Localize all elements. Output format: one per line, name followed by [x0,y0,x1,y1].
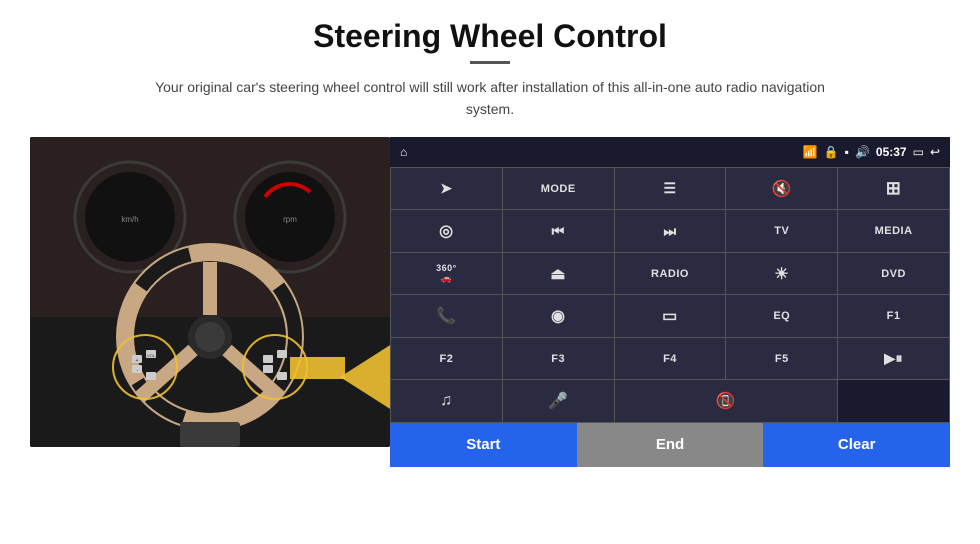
status-time: 05:37 [876,145,907,159]
rect-button[interactable]: ▭ [615,295,726,337]
cam360-button[interactable]: 360°🚗 [391,253,502,295]
list-icon: ☰ [663,180,676,197]
bright-button[interactable]: ☀ [726,253,837,295]
f1-button[interactable]: F1 [838,295,949,337]
clear-button[interactable]: Clear [763,423,950,467]
f4-label: F4 [663,353,677,365]
svg-text:VOL: VOL [147,353,156,358]
dvd-button[interactable]: DVD [838,253,949,295]
tv-label: TV [774,225,789,237]
svg-text:+: + [136,358,139,364]
apps-icon: ⊞ [886,178,902,199]
back-icon: ↩ [930,145,940,159]
eq-button[interactable]: EQ [726,295,837,337]
end-button[interactable]: End [577,423,764,467]
mute-button[interactable]: 🔇 [726,168,837,210]
send-icon: ➤ [440,180,452,197]
eject-icon: ⏏ [550,264,566,284]
prev-button[interactable]: ⏮ [503,210,614,252]
content-area: km/h rpm [30,137,950,467]
bt-icon: 🔊 [855,145,870,159]
f2-button[interactable]: F2 [391,338,502,380]
media-label: MEDIA [875,225,913,237]
radio-label: RADIO [651,268,689,280]
playpause-icon: ▶⏸ [884,350,903,367]
panel-grid: ➤ MODE ☰ 🔇 ⊞ ◎ ⏮ [390,167,950,423]
dvd-label: DVD [881,268,906,280]
page-title: Steering Wheel Control [313,18,667,55]
f1-label: F1 [887,310,901,322]
hangup-button[interactable]: 📵 [615,380,838,422]
mic-button[interactable]: 🎤 [503,380,614,422]
tv-button[interactable]: TV [726,210,837,252]
wifi-icon: 📶 [803,145,818,159]
bottom-buttons: Start End Clear [390,423,950,467]
rect-icon: ▭ [662,306,678,326]
steering-wheel-image: km/h rpm [30,137,390,447]
sim-icon: ▪ [845,145,849,159]
screen-icon: ▭ [913,145,924,159]
page-container: Steering Wheel Control Your original car… [0,0,980,544]
status-left: ⌂ [400,145,407,159]
hangup-icon: 📵 [716,391,736,411]
media-button[interactable]: MEDIA [838,210,949,252]
phone-button[interactable]: 📞 [391,295,502,337]
radio-button[interactable]: RADIO [615,253,726,295]
svg-text:km/h: km/h [121,215,138,224]
list-button[interactable]: ☰ [615,168,726,210]
eq-label: EQ [773,310,790,322]
phone-icon: 📞 [436,306,456,326]
next-button[interactable]: ⏭ [615,210,726,252]
music-button[interactable]: ♫ [391,380,502,422]
cam360-icon: 360°🚗 [436,263,457,284]
target-icon: ◎ [439,221,453,241]
music-icon: ♫ [440,392,453,410]
f5-button[interactable]: F5 [726,338,837,380]
nav-button[interactable]: ◉ [503,295,614,337]
f3-button[interactable]: F3 [503,338,614,380]
eject-button[interactable]: ⏏ [503,253,614,295]
f4-button[interactable]: F4 [615,338,726,380]
home-icon: ⌂ [400,145,407,159]
svg-text:rpm: rpm [283,215,297,224]
nav-icon: ◉ [551,306,565,326]
mute-icon: 🔇 [772,179,792,199]
f3-label: F3 [551,353,565,365]
control-panel: ⌂ 📶 🔒 ▪ 🔊 05:37 ▭ ↩ ➤ [390,137,950,467]
f2-label: F2 [439,353,453,365]
playpause-button[interactable]: ▶⏸ [838,338,949,380]
send-button[interactable]: ➤ [391,168,502,210]
mic-icon: 🎤 [548,391,568,411]
mode-label: MODE [541,183,576,195]
start-button[interactable]: Start [390,423,577,467]
bright-icon: ☀ [774,264,789,284]
title-divider [470,61,510,64]
f5-label: F5 [775,353,789,365]
apps-button[interactable]: ⊞ [838,168,949,210]
prev-icon: ⏮ [552,223,565,240]
next-icon: ⏭ [663,223,676,240]
mode-button[interactable]: MODE [503,168,614,210]
panel-statusbar: ⌂ 📶 🔒 ▪ 🔊 05:37 ▭ ↩ [390,137,950,167]
status-right: 📶 🔒 ▪ 🔊 05:37 ▭ ↩ [803,145,940,159]
lock-icon: 🔒 [824,145,839,159]
page-subtitle: Your original car's steering wheel contr… [140,76,840,121]
target-button[interactable]: ◎ [391,210,502,252]
